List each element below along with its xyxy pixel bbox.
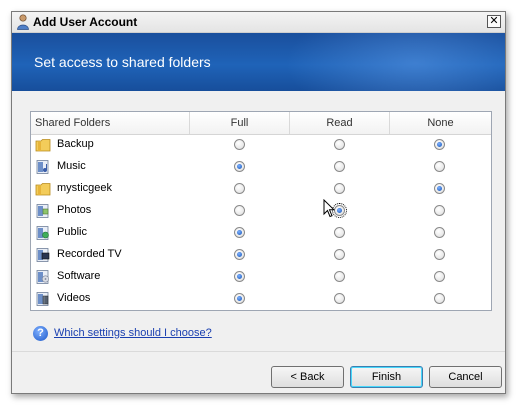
radio-full[interactable] (234, 139, 245, 150)
table-row: Recorded TV (31, 244, 491, 266)
radio-full[interactable] (234, 227, 245, 238)
folder-name: Public (57, 226, 87, 238)
close-button[interactable]: ✕ (487, 15, 501, 28)
user-icon (17, 14, 29, 30)
radio-none[interactable] (434, 205, 445, 216)
header-banner: Set access to shared folders (12, 33, 505, 91)
radio-full[interactable] (234, 293, 245, 304)
radio-read[interactable] (334, 227, 345, 238)
software-folder-icon (36, 270, 50, 284)
radio-none[interactable] (434, 227, 445, 238)
radio-none[interactable] (434, 249, 445, 260)
window-title: Add User Account (33, 15, 138, 29)
column-header-full[interactable]: Full (189, 112, 289, 134)
tv-folder-icon (36, 248, 50, 262)
folder-name: mysticgeek (57, 182, 113, 194)
table-row: Backup (31, 134, 491, 156)
table-row: Photos (31, 200, 491, 222)
table-row: Videos (31, 288, 491, 310)
column-header-read[interactable]: Read (289, 112, 389, 134)
table-row: Software (31, 266, 491, 288)
table-row: mysticgeek (31, 178, 491, 200)
title-bar: Add User Account ✕ (12, 12, 505, 33)
radio-full[interactable] (234, 271, 245, 282)
radio-read[interactable] (334, 183, 345, 194)
table-header: Shared Folders Full Read None (31, 112, 491, 135)
table-row: Music (31, 156, 491, 178)
table-row: Public (31, 222, 491, 244)
back-button[interactable]: < Back (271, 366, 344, 388)
pictures-folder-icon (36, 204, 49, 218)
folder-icon (35, 139, 51, 152)
music-folder-icon (36, 160, 49, 174)
dialog-content: Shared Folders Full Read None Backup Musi… (12, 92, 505, 392)
radio-none[interactable] (434, 161, 445, 172)
column-header-shared-folders[interactable]: Shared Folders (31, 112, 189, 134)
radio-read[interactable] (334, 249, 345, 260)
radio-full[interactable] (234, 161, 245, 172)
folder-name: Recorded TV (57, 248, 122, 260)
divider (12, 351, 505, 352)
folder-name: Photos (57, 204, 92, 216)
radio-none[interactable] (434, 183, 445, 194)
folder-name: Software (57, 270, 101, 282)
shared-folders-table: Shared Folders Full Read None Backup Musi… (30, 111, 492, 311)
radio-read[interactable] (334, 293, 345, 304)
public-folder-icon (36, 226, 49, 240)
radio-none[interactable] (434, 293, 445, 304)
help-link[interactable]: Which settings should I choose? (54, 327, 212, 339)
radio-full[interactable] (234, 183, 245, 194)
column-header-none[interactable]: None (389, 112, 491, 134)
radio-full[interactable] (234, 205, 245, 216)
radio-read[interactable] (332, 203, 347, 218)
folder-icon (35, 183, 51, 196)
radio-full[interactable] (234, 249, 245, 260)
folder-name: Videos (57, 292, 91, 304)
cancel-button[interactable]: Cancel (429, 366, 502, 388)
radio-read[interactable] (334, 161, 345, 172)
help-icon[interactable]: ? (33, 326, 48, 341)
finish-button[interactable]: Finish (350, 366, 423, 388)
radio-none[interactable] (434, 271, 445, 282)
radio-none[interactable] (434, 139, 445, 150)
videos-folder-icon (36, 292, 49, 306)
page-title: Set access to shared folders (34, 54, 211, 70)
add-user-account-dialog: Add User Account ✕ Set access to shared … (11, 11, 506, 394)
mouse-cursor-icon (323, 199, 335, 218)
radio-read[interactable] (334, 139, 345, 150)
radio-read[interactable] (334, 271, 345, 282)
folder-name: Music (57, 160, 86, 172)
folder-name: Backup (57, 138, 94, 150)
